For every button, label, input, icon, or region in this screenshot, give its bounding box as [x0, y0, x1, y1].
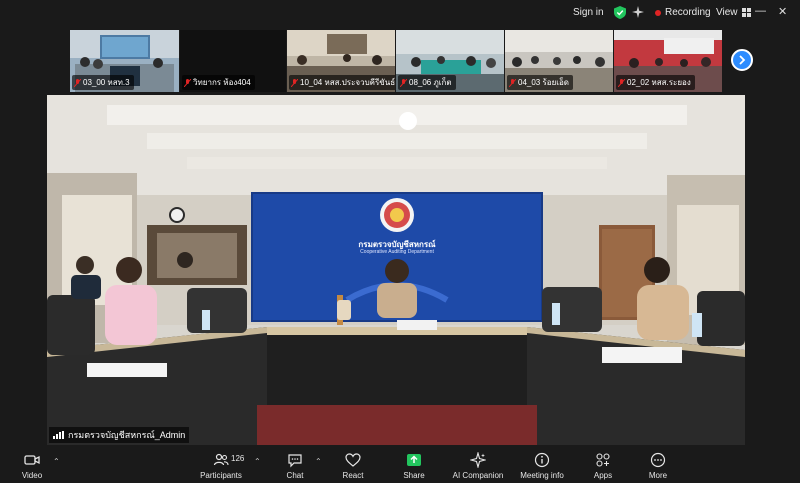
participant-name-tag: กรมตรวจบัญชีสหกรณ์_Admin — [49, 427, 190, 443]
video-button[interactable]: Video — [16, 447, 48, 483]
thumbnail-label: 04_03 ร้อยเอ็ด — [507, 75, 573, 90]
mic-muted-icon — [74, 78, 81, 87]
top-bar: Sign in Recording View — ✕ — [0, 0, 800, 26]
grid-icon — [741, 8, 751, 17]
sign-in-link[interactable]: Sign in — [573, 7, 604, 18]
participant-count: 126 — [231, 454, 245, 463]
thumbnail-label: 08_06 ภูเก็ต — [398, 75, 456, 90]
mic-muted-icon — [618, 78, 625, 87]
participants-options-chevron-up-icon[interactable]: ⌃ — [254, 457, 261, 466]
recording-dot-icon — [655, 9, 661, 16]
video-camera-icon — [24, 455, 40, 465]
info-icon — [534, 452, 550, 468]
banner-overlay: กรมตรวจบัญชีสหกรณ์ Cooperative Auditing … — [47, 95, 745, 445]
video-options-chevron-up-icon[interactable]: ⌃ — [53, 457, 60, 466]
strip-next-button[interactable] — [731, 49, 753, 71]
thumbnail-tile[interactable]: 08_06 ภูเก็ต — [396, 30, 504, 92]
chat-options-chevron-up-icon[interactable]: ⌃ — [315, 457, 322, 466]
shield-icon[interactable] — [614, 6, 626, 19]
main-video[interactable]: กรมตรวจบัญชีสหกรณ์ Cooperative Auditing … — [47, 95, 745, 445]
thumbnail-tile[interactable]: 03_00 หสท.3 — [70, 30, 179, 92]
mic-muted-icon — [291, 78, 298, 87]
apps-button[interactable]: Apps — [588, 447, 618, 483]
chat-icon — [288, 454, 302, 468]
mic-muted-icon — [400, 78, 407, 87]
react-button[interactable]: React — [337, 447, 369, 483]
chat-button[interactable]: Chat — [280, 447, 310, 483]
minimize-icon[interactable]: — — [755, 5, 766, 18]
window-controls: — ✕ — [755, 5, 787, 18]
thumbnail-label: 03_00 หสท.3 — [72, 75, 134, 90]
thumbnail-label: 02_02 หสส.ระยอง — [616, 75, 695, 90]
recording-label: Recording — [665, 7, 711, 18]
thumbnail-tile[interactable]: 10_04 หสส.ประจวบคีรีขันธ์ — [287, 30, 395, 92]
thumbnail-tile[interactable]: 04_03 ร้อยเอ็ด — [505, 30, 613, 92]
view-label: View — [716, 7, 738, 18]
meeting-info-button[interactable]: Meeting info — [516, 447, 568, 483]
thumbnail-tile[interactable]: 02_02 หสส.ระยอง — [614, 30, 722, 92]
mic-muted-icon — [509, 78, 516, 87]
view-button[interactable]: View — [716, 7, 751, 18]
ai-companion-button[interactable]: AI Companion — [448, 447, 508, 483]
thumbnail-tile[interactable]: วิทยากร ห้อง404 — [180, 30, 286, 92]
thumbnail-label: 10_04 หสส.ประจวบคีรีขันธ์ — [289, 75, 395, 90]
participants-button[interactable]: Participants — [200, 447, 242, 483]
banner-subtitle: Cooperative Auditing Department — [360, 249, 434, 255]
recording-indicator[interactable]: Recording — [655, 7, 711, 18]
chevron-right-icon — [739, 55, 746, 65]
signal-strength-icon — [53, 431, 64, 439]
participant-strip: 03_00 หสท.3 วิทยากร ห้อง404 10_04 หสส.ปร… — [70, 30, 723, 92]
share-screen-icon — [407, 454, 421, 466]
participant-name: กรมตรวจบัญชีสหกรณ์_Admin — [68, 430, 186, 440]
participants-icon — [213, 453, 229, 466]
close-icon[interactable]: ✕ — [778, 5, 787, 18]
apps-icon — [596, 453, 610, 467]
heart-icon — [345, 453, 361, 467]
more-button[interactable]: More — [643, 447, 673, 483]
mic-muted-icon — [184, 78, 191, 87]
ai-sparkle-icon — [470, 452, 486, 468]
meeting-toolbar: Video ⌃ Participants 126 ⌃ Chat ⌃ React … — [0, 447, 800, 483]
thumbnail-label: วิทยากร ห้อง404 — [182, 75, 255, 90]
share-button[interactable]: Share — [398, 447, 430, 483]
sparkle-icon[interactable] — [632, 6, 644, 18]
more-icon — [650, 452, 666, 468]
